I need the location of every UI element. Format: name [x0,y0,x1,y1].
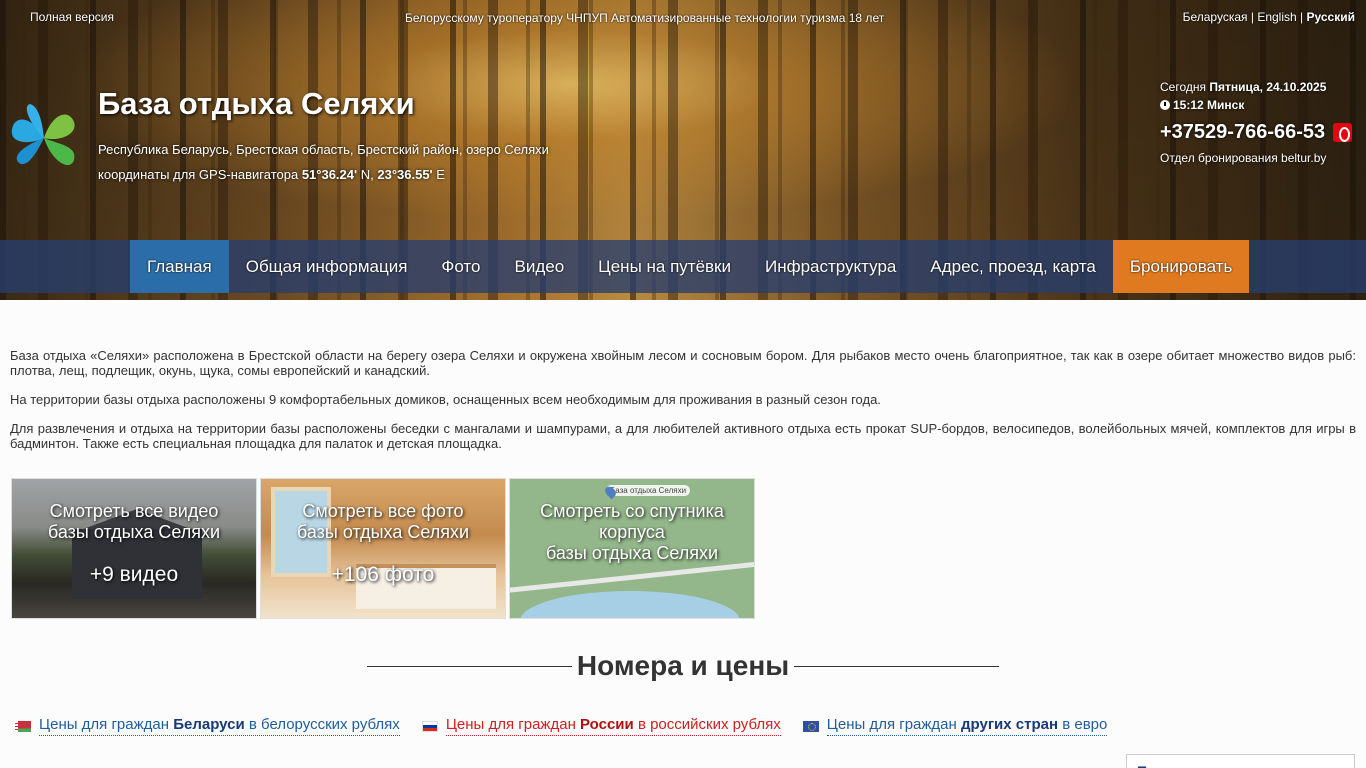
russia-flag-icon [421,720,438,732]
description-paragraph: База отдыха «Селяхи» расположена в Брест… [10,348,1356,378]
satellite-tile-text: Смотреть со спутника корпуса базы отдыха… [510,501,754,564]
nav-general-info[interactable]: Общая информация [229,240,425,293]
link-text: в белорусских рублях [248,716,400,733]
link-text-bold: других стран [960,716,1059,733]
satellite-tile-line: базы отдыха Селяхи [545,543,719,563]
link-text-bold: России [580,716,634,733]
phone-row: +37529-766-66-53 [1160,121,1353,144]
main-navigation: Главная Общая информация Фото Видео Цены… [0,240,1366,293]
show-all-prices-button[interactable]: Показать все цены и скидки [1126,754,1355,768]
nav-infrastructure[interactable]: Инфраструктура [748,240,913,293]
rooms-prices-heading: Номера и цены [367,650,1000,682]
map-place-label: База отдыха Селяхи [606,485,691,496]
video-tile-line: базы отдыха Селяхи [47,522,221,542]
belarus-flag-icon [15,720,31,732]
coords-lat-dir: N, [360,167,374,182]
prices-russia-link[interactable]: Цены для граждан России в российских руб… [421,716,781,736]
mts-operator-icon [1333,123,1353,142]
time-value: 15:12 Минск [1173,98,1245,112]
gps-coordinates: координаты для GPS-навигатора 51°36.24' … [98,167,445,182]
map-road [510,559,754,594]
today-label: Сегодня [1160,80,1206,94]
link-text-bold: Беларуси [173,716,245,733]
nav-video[interactable]: Видео [497,240,581,293]
link-text: Цены для граждан [39,716,170,733]
clock-icon [1160,100,1170,110]
description-paragraph: На территории базы отдыха расположены 9 … [10,392,881,407]
prices-other-text: Цены для граждан других стран в евро [826,716,1108,736]
coords-lon: 23°36.55' [377,167,433,182]
prices-belarus-link[interactable]: Цены для граждан Беларуси в белорусских … [15,716,400,736]
site-title[interactable]: База отдыха Селяхи [98,86,415,122]
link-text: в российских рублях [637,716,781,733]
video-tile[interactable]: Смотреть все видео базы отдыха Селяхи +9… [11,478,257,619]
coords-lat: 51°36.24' [301,167,358,182]
prices-russia-text: Цены для граждан России в российских руб… [445,716,781,736]
booking-department: Отдел бронирования beltur.by [1160,151,1327,165]
link-text: Цены для граждан [826,716,957,733]
map-lake [520,591,740,618]
satellite-tile[interactable]: База отдыха Селяхи Смотреть со спутника … [509,478,755,619]
satellite-tile-line: Смотреть со спутника [540,501,724,521]
photo-tile-text: Смотреть все фото базы отдыха Селяхи [261,501,505,543]
nav-address-map[interactable]: Адрес, проезд, карта [913,240,1113,293]
nav-book-button[interactable]: Бронировать [1112,240,1250,293]
lang-ru-link[interactable]: Русский [1307,10,1356,24]
nav-items: Главная Общая информация Фото Видео Цены… [130,240,1250,293]
lang-be-link[interactable]: Беларуская [1183,10,1248,24]
full-version-link[interactable]: Полная версия [30,10,114,24]
prices-other-link[interactable]: Цены для граждан других стран в евро [802,716,1108,736]
phone-number[interactable]: +37529-766-66-53 [1160,121,1325,144]
video-count: +9 видео [89,563,179,586]
contact-info: Сегодня Пятница, 24.10.2025 15:12 Минск … [1160,80,1353,165]
current-time: 15:12 Минск [1160,98,1352,112]
description-paragraph: Для развлечения и отдыха на территории б… [10,421,1356,451]
lang-en-link[interactable]: English [1257,10,1296,24]
prices-belarus-text: Цены для граждан Беларуси в белорусских … [39,716,400,736]
photo-tile[interactable]: Смотреть все фото базы отдыха Селяхи +10… [260,478,506,619]
heading-line [367,665,572,667]
link-text: в евро [1062,716,1108,733]
photo-tile-line: Смотреть все фото [302,501,464,521]
nav-photo[interactable]: Фото [424,240,497,293]
heading-line [794,665,1000,667]
photo-count: +106 фото [331,563,435,586]
coords-label: координаты для GPS-навигатора [98,167,299,182]
video-tile-text: Смотреть все видео базы отдыха Селяхи [12,501,256,543]
photo-tile-line: базы отдыха Селяхи [296,522,470,542]
clover-logo-icon[interactable] [8,100,80,174]
address-text: Республика Беларусь, Брестская область, … [98,142,549,157]
nav-home[interactable]: Главная [130,240,229,293]
nav-prices[interactable]: Цены на путёвки [581,240,748,293]
lang-separator: | [1300,10,1304,24]
satellite-tile-line: корпуса [599,522,665,542]
description: База отдыха «Селяхи» расположена в Брест… [10,348,1356,465]
link-text: Цены для граждан [445,716,576,733]
lang-separator: | [1250,10,1254,24]
section-title: Номера и цены [576,650,790,681]
language-switcher: Беларуская | English | Русский [1183,10,1355,24]
eu-flag-icon [802,720,819,732]
price-links: Цены для граждан Беларуси в белорусских … [15,716,1108,736]
media-tiles: Смотреть все видео базы отдыха Селяхи +9… [11,478,755,619]
coords-lon-dir: E [436,167,445,182]
today-date: Сегодня Пятница, 24.10.2025 [1160,80,1352,94]
video-tile-line: Смотреть все видео [49,501,219,521]
header-banner: Полная версия Белорусскому туроператору … [0,0,1366,300]
date-value: Пятница, 24.10.2025 [1209,80,1327,94]
tagline: Белорусскому туроператору ЧНПУП Автомати… [405,11,885,25]
